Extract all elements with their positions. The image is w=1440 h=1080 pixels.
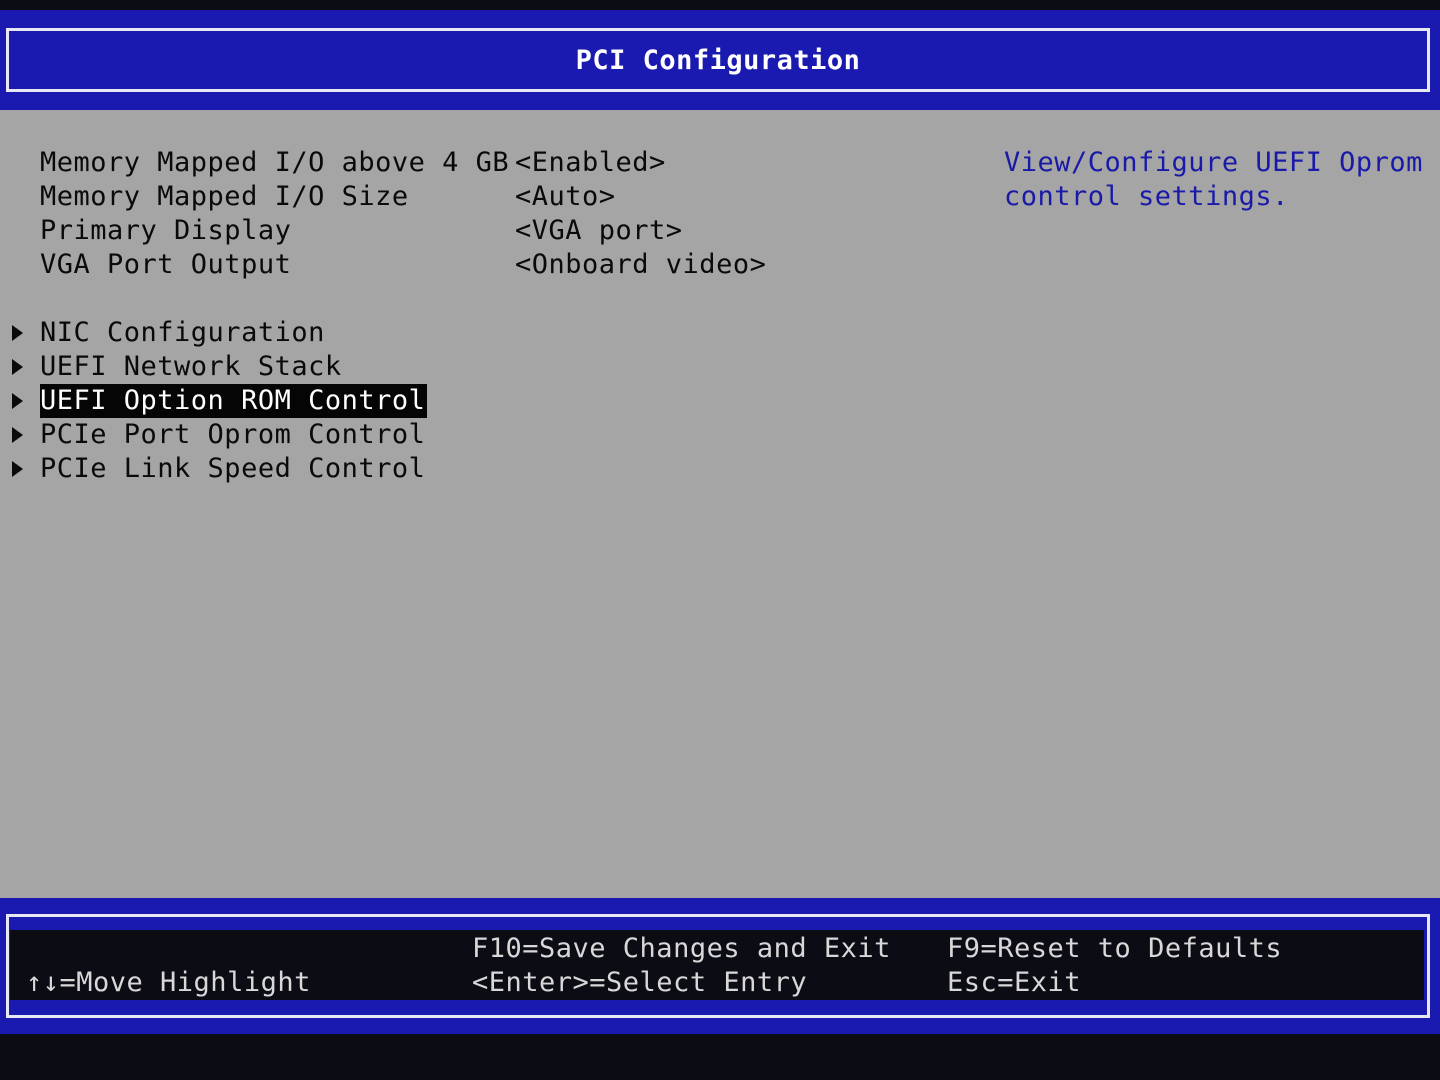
key-help-panel: ↑↓=Move Highlight F10=Save Changes and E… <box>10 930 1424 1000</box>
screen-bottom-edge <box>0 1034 1440 1080</box>
setting-value-vga-port-output[interactable]: <Onboard video> <box>515 248 766 282</box>
setting-value-mmio-above-4gb[interactable]: <Enabled> <box>515 146 666 180</box>
submenu-arrow-icon <box>12 325 23 341</box>
submenu-uefi-network-stack[interactable]: UEFI Network Stack <box>40 350 342 384</box>
submenu-nic-configuration[interactable]: NIC Configuration <box>40 316 325 350</box>
setting-label-mmio-size[interactable]: Memory Mapped I/O Size <box>40 180 409 214</box>
submenu-arrow-icon <box>12 427 23 443</box>
main-panel: Memory Mapped I/O above 4 GB <Enabled> M… <box>0 110 1440 898</box>
setting-label-primary-display[interactable]: Primary Display <box>40 214 291 248</box>
page-title: PCI Configuration <box>575 44 861 76</box>
setting-label-vga-port-output[interactable]: VGA Port Output <box>40 248 291 282</box>
setting-label-mmio-above-4gb[interactable]: Memory Mapped I/O above 4 GB <box>40 146 509 180</box>
submenu-pcie-port-oprom-control[interactable]: PCIe Port Oprom Control <box>40 418 425 452</box>
key-select-entry: <Enter>=Select Entry <box>472 967 808 998</box>
key-exit: Esc=Exit <box>947 967 1082 998</box>
key-move-highlight: ↑↓=Move Highlight <box>26 967 311 998</box>
title-frame: PCI Configuration <box>6 28 1430 92</box>
setting-value-primary-display[interactable]: <VGA port> <box>515 214 683 248</box>
help-text-line-2: control settings. <box>1004 181 1289 212</box>
submenu-arrow-icon <box>12 461 23 477</box>
key-save-exit: F10=Save Changes and Exit <box>472 933 891 964</box>
footer-bar: ↑↓=Move Highlight F10=Save Changes and E… <box>0 898 1440 1034</box>
submenu-uefi-option-rom-control[interactable]: UEFI Option ROM Control <box>40 384 428 418</box>
submenu-arrow-icon <box>12 359 23 375</box>
setting-value-mmio-size[interactable]: <Auto> <box>515 180 616 214</box>
title-bar: PCI Configuration <box>0 10 1440 110</box>
help-text-line-1: View/Configure UEFI Oprom <box>1004 147 1423 178</box>
submenu-pcie-link-speed-control[interactable]: PCIe Link Speed Control <box>40 452 425 486</box>
key-reset-defaults: F9=Reset to Defaults <box>947 933 1283 964</box>
submenu-arrow-icon <box>12 393 23 409</box>
